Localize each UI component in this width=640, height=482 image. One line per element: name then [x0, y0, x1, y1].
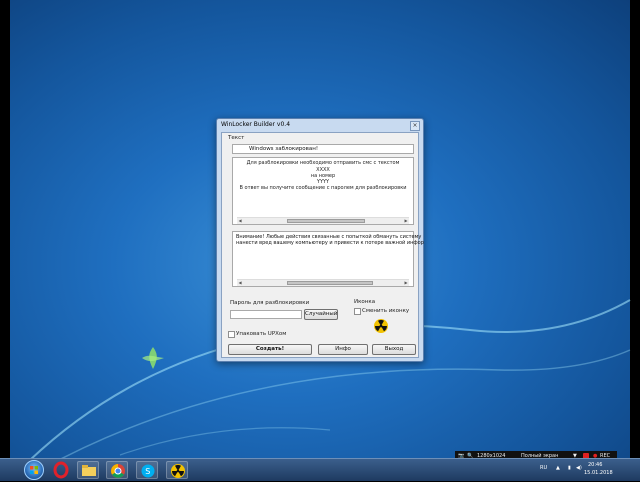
scroll-left-icon[interactable]: ◀ — [237, 280, 243, 286]
clock-time[interactable]: 20:46 — [588, 462, 602, 468]
message-horizontal-scrollbar[interactable]: ◀ ▶ — [237, 217, 409, 224]
radiation-icon[interactable] — [166, 461, 188, 479]
scroll-thumb[interactable] — [287, 281, 373, 285]
opera-icon[interactable] — [50, 461, 72, 479]
message-line: В ответ вы получите сообщение с паролем … — [239, 185, 407, 191]
show-hidden-icons-icon[interactable]: ▲ — [556, 465, 560, 471]
upx-label: Упаковать UPXом — [236, 331, 287, 337]
header-text-input[interactable]: Windows заблокирован! — [232, 144, 414, 154]
taskbar: S RU ▲ ▮ ◀) 20:46 15.01.2018 — [0, 458, 640, 481]
icon-section-label: Иконка — [354, 299, 376, 305]
warning-line: нанести вред вашему компьютеру и привест… — [236, 240, 424, 246]
password-input[interactable] — [230, 310, 302, 319]
upx-checkbox[interactable] — [228, 331, 235, 338]
exit-button[interactable]: Выход — [372, 344, 416, 355]
window-client-area: Текст Windows заблокирован! Для разблоки… — [221, 132, 424, 358]
password-label: Пароль для разблокировки — [230, 300, 310, 306]
message-textarea[interactable]: Для разблокировки необходимо отправить с… — [232, 157, 414, 225]
scroll-right-icon[interactable]: ▶ — [403, 280, 409, 286]
clock-date[interactable]: 15.01.2018 — [584, 470, 613, 476]
random-password-button[interactable]: Случайный — [304, 309, 338, 320]
scroll-left-icon[interactable]: ◀ — [237, 218, 243, 224]
exit-button-label: Выход — [384, 346, 404, 352]
info-button[interactable]: Инфо — [318, 344, 368, 355]
chrome-icon[interactable] — [106, 461, 128, 479]
volume-icon[interactable]: ◀) — [576, 465, 582, 471]
warning-horizontal-scrollbar[interactable]: ◀ ▶ — [237, 279, 409, 286]
warning-textarea[interactable]: Внимание! Любые действия связанные с поп… — [232, 231, 424, 287]
windows-start-icon[interactable] — [24, 460, 44, 480]
create-button-label: Создать! — [255, 346, 285, 352]
winlocker-builder-window: WinLocker Builder v0.4 × Текст Windows з… — [216, 118, 424, 362]
message-line: Для разблокировки необходимо отправить с… — [246, 160, 400, 166]
wallpaper-leaf-icon — [142, 347, 164, 369]
system-tray: RU ▲ ▮ ◀) 20:46 15.01.2018 — [530, 459, 630, 479]
create-button[interactable]: Создать! — [228, 344, 312, 355]
change-icon-label: Сменить иконку — [362, 308, 410, 314]
header-text-value: Windows заблокирован! — [249, 146, 319, 152]
language-indicator[interactable]: RU — [540, 465, 547, 471]
svg-text:S: S — [145, 467, 150, 476]
close-button[interactable]: × — [410, 121, 420, 131]
file-explorer-icon[interactable] — [77, 461, 99, 479]
window-title: WinLocker Builder v0.4 — [221, 121, 291, 128]
scroll-right-icon[interactable]: ▶ — [403, 218, 409, 224]
network-icon[interactable]: ▮ — [568, 465, 571, 471]
change-icon-checkbox[interactable] — [354, 308, 361, 315]
skype-icon[interactable]: S — [136, 461, 158, 479]
random-button-label: Случайный — [305, 311, 338, 317]
close-icon: × — [412, 122, 418, 129]
scroll-thumb[interactable] — [287, 219, 365, 223]
radiation-icon — [374, 319, 388, 333]
text-section-label: Текст — [228, 135, 245, 141]
info-button-label: Инфо — [335, 346, 351, 352]
window-titlebar[interactable]: WinLocker Builder v0.4 × — [217, 119, 423, 131]
